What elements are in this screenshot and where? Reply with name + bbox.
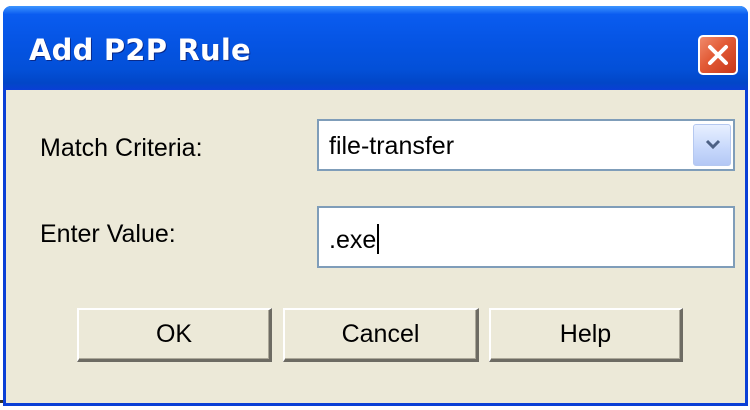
screenshot-canvas: Add P2P Rule Match Criteria: file-transf…	[0, 0, 750, 410]
enter-value-content: .exe	[329, 226, 377, 254]
chevron-down-icon	[705, 139, 721, 150]
match-criteria-selected-value: file-transfer	[329, 132, 455, 160]
enter-value-input[interactable]: .exe	[317, 206, 735, 268]
cancel-button[interactable]: Cancel	[283, 308, 479, 362]
dropdown-arrow-button[interactable]	[693, 124, 731, 166]
match-criteria-dropdown[interactable]: file-transfer	[317, 119, 735, 171]
add-p2p-rule-dialog: Add P2P Rule Match Criteria: file-transf…	[3, 6, 748, 406]
edge-artifact	[0, 400, 3, 403]
ok-button[interactable]: OK	[77, 308, 272, 362]
enter-value-label: Enter Value:	[40, 220, 176, 248]
title-bar[interactable]: Add P2P Rule	[3, 6, 748, 90]
close-x-icon	[708, 45, 728, 65]
text-caret	[377, 224, 380, 254]
dialog-title: Add P2P Rule	[29, 33, 251, 67]
help-button[interactable]: Help	[489, 308, 683, 362]
close-button[interactable]	[698, 35, 738, 75]
enter-value-text: .exe	[329, 224, 380, 255]
match-criteria-label: Match Criteria:	[40, 134, 203, 162]
